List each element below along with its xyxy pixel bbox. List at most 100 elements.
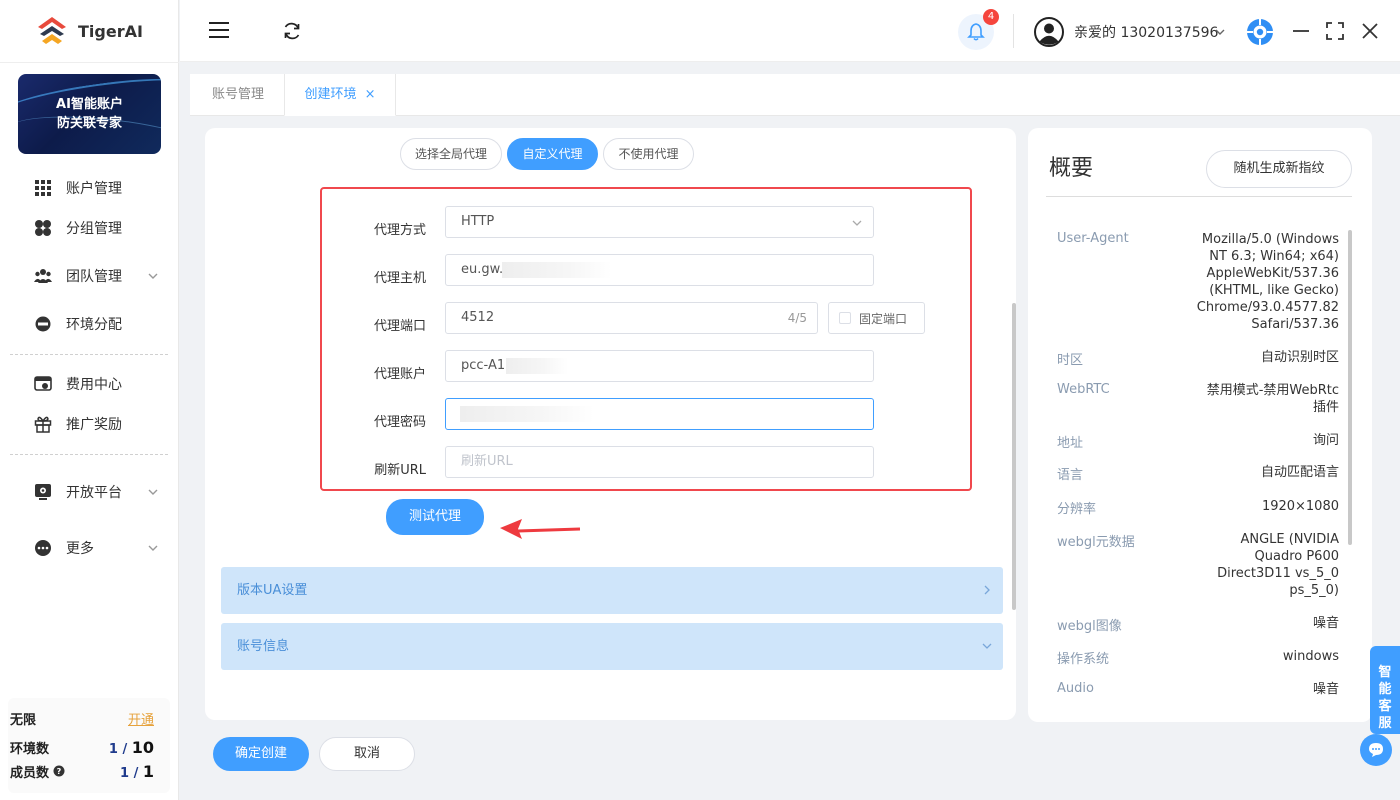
grid-icon — [35, 180, 51, 196]
proxy-port-label: 代理端口 — [373, 319, 426, 334]
chevron-right-icon — [984, 585, 990, 595]
notification-count-badge: 4 — [983, 9, 999, 25]
overview-key: 分辨率 — [1057, 502, 1097, 517]
overview-scrollbar[interactable] — [1348, 230, 1352, 545]
tab-account-management[interactable]: 账号管理 — [192, 74, 284, 116]
chevron-down-icon[interactable] — [1214, 26, 1226, 38]
customer-service-tab[interactable]: 智能客服 — [1370, 646, 1400, 734]
sidebar-item-billing[interactable]: 费用中心 — [34, 372, 159, 396]
test-proxy-button[interactable]: 测试代理 — [386, 499, 484, 535]
overview-key: WebRTC — [1057, 382, 1110, 397]
help-icon[interactable]: ? — [53, 765, 65, 777]
minimize-icon[interactable] — [1292, 22, 1310, 40]
regenerate-fingerprint-button[interactable]: 随机生成新指纹 — [1206, 150, 1352, 188]
member-count-value: 1 / 1 — [120, 761, 154, 781]
sidebar-item-env-assign[interactable]: 环境分配 — [34, 312, 159, 336]
checkbox-box — [839, 312, 851, 324]
promo-banner[interactable]: AI智能账户 防关联专家 — [18, 74, 161, 154]
proxy-mode-global[interactable]: 选择全局代理 — [400, 138, 502, 170]
section-ua-settings[interactable]: 版本UA设置 — [221, 567, 1003, 614]
sidebar-item-team[interactable]: 团队管理 — [34, 264, 159, 288]
overview-value-user-agent: Mozilla/5.0 (Windows NT 6.3; Win64; x64) A… — [1196, 232, 1339, 332]
proxy-host-input[interactable]: eu.gw. — [445, 254, 874, 286]
env-icon — [35, 316, 51, 332]
cancel-button[interactable]: 取消 — [319, 737, 415, 771]
header-divider — [1013, 14, 1014, 48]
tab-label: 账号管理 — [211, 87, 264, 102]
overview-key: User-Agent — [1057, 231, 1129, 246]
sidebar-item-label: 费用中心 — [66, 377, 122, 393]
overview-title: 概要 — [1049, 156, 1094, 181]
main-scrollbar[interactable] — [1012, 303, 1016, 610]
env-count-value: 1 / 10 — [108, 737, 154, 757]
sidebar-item-groups[interactable]: 分组管理 — [34, 216, 159, 240]
sidebar-item-label: 更多 — [66, 541, 94, 557]
arrow-annotation-icon — [500, 519, 581, 539]
proxy-mode-custom[interactable]: 自定义代理 — [507, 138, 598, 170]
tiger-logo-icon — [38, 17, 66, 44]
section-title: 账号信息 — [237, 639, 290, 654]
clover-icon — [35, 220, 51, 236]
overview-value-resolution: 1920×1080 — [1261, 499, 1339, 514]
redaction-blur — [506, 358, 568, 374]
banner-line-1: AI智能账户 — [56, 97, 123, 112]
plan-tier: 无限 — [10, 712, 37, 728]
sidebar-item-more[interactable]: 更多 — [34, 536, 159, 560]
tab-close-icon[interactable]: × — [365, 87, 376, 102]
refresh-icon[interactable] — [282, 21, 302, 41]
proxy-password-input[interactable] — [445, 398, 874, 430]
sidebar-item-rewards[interactable]: 推广奖励 — [34, 412, 159, 436]
proxy-mode-none[interactable]: 不使用代理 — [603, 138, 694, 170]
refresh-url-label: 刷新URL — [374, 463, 426, 478]
avatar[interactable] — [1034, 17, 1064, 47]
tab-create-environment[interactable]: 创建环境 × — [284, 74, 396, 116]
chat-button[interactable] — [1360, 734, 1392, 766]
chevron-down-icon — [148, 545, 158, 551]
overview-key: webgl元数据 — [1057, 535, 1135, 550]
app-logo[interactable]: TigerAI — [36, 13, 156, 49]
redaction-blur — [502, 262, 612, 278]
chevron-down-icon — [852, 220, 862, 226]
sidebar-item-label: 推广奖励 — [66, 417, 122, 433]
sidebar-divider — [10, 354, 168, 355]
sidebar-item-label: 分组管理 — [66, 221, 122, 237]
overview-value-webrtc: 禁用模式-禁用WebRtc 插件 — [1206, 383, 1339, 415]
fixed-port-label: 固定端口 — [859, 311, 908, 326]
target-icon[interactable] — [1246, 18, 1274, 46]
close-icon[interactable] — [1361, 22, 1379, 40]
sidebar-item-open-platform[interactable]: 开放平台 — [34, 480, 159, 504]
proxy-type-label: 代理方式 — [373, 223, 426, 238]
overview-key: Audio — [1057, 681, 1094, 696]
menu-toggle-icon[interactable] — [208, 21, 230, 39]
member-count-label: 成员数 — [10, 765, 50, 781]
tab-label: 创建环境 — [304, 87, 357, 102]
sidebar-item-label: 账户管理 — [66, 181, 122, 197]
overview-value-location: 询问 — [1312, 433, 1339, 448]
proxy-type-select[interactable]: HTTP — [445, 206, 874, 238]
fixed-port-checkbox[interactable]: 固定端口 — [828, 302, 925, 334]
section-title: 版本UA设置 — [237, 583, 308, 598]
team-icon — [34, 269, 52, 283]
overview-value-timezone: 自动识别时区 — [1260, 350, 1339, 365]
proxy-port-input[interactable]: 4512 4/5 — [445, 302, 818, 334]
overview-value-webgl-meta: ANGLE (NVIDIA Quadro P600 Direct3D11 vs_5_… — [1217, 532, 1339, 598]
sidebar-item-label: 环境分配 — [66, 317, 122, 333]
proxy-account-label: 代理账户 — [373, 367, 426, 382]
banner-line-2: 防关联专家 — [56, 116, 122, 131]
app-name: TigerAI — [78, 21, 143, 41]
overview-key: 操作系统 — [1057, 652, 1110, 667]
sidebar-item-accounts[interactable]: 账户管理 — [34, 176, 159, 200]
bell-icon — [967, 23, 985, 41]
confirm-create-button[interactable]: 确定创建 — [213, 737, 309, 771]
user-name[interactable]: 亲爱的 13020137596 — [1074, 22, 1218, 42]
section-account-info[interactable]: 账号信息 — [221, 623, 1003, 670]
proxy-account-input[interactable]: pcc-A12 — [445, 350, 874, 382]
refresh-url-input[interactable]: 刷新URL — [445, 446, 874, 478]
overview-key: 时区 — [1057, 353, 1084, 368]
sidebar-divider — [10, 454, 168, 455]
upgrade-link[interactable]: 开通 — [128, 709, 154, 728]
svg-text:?: ? — [57, 767, 62, 776]
maximize-icon[interactable] — [1326, 22, 1344, 40]
plan-tier-row: 无限 开通 — [10, 708, 154, 728]
overview-value-language: 自动匹配语言 — [1260, 465, 1339, 480]
